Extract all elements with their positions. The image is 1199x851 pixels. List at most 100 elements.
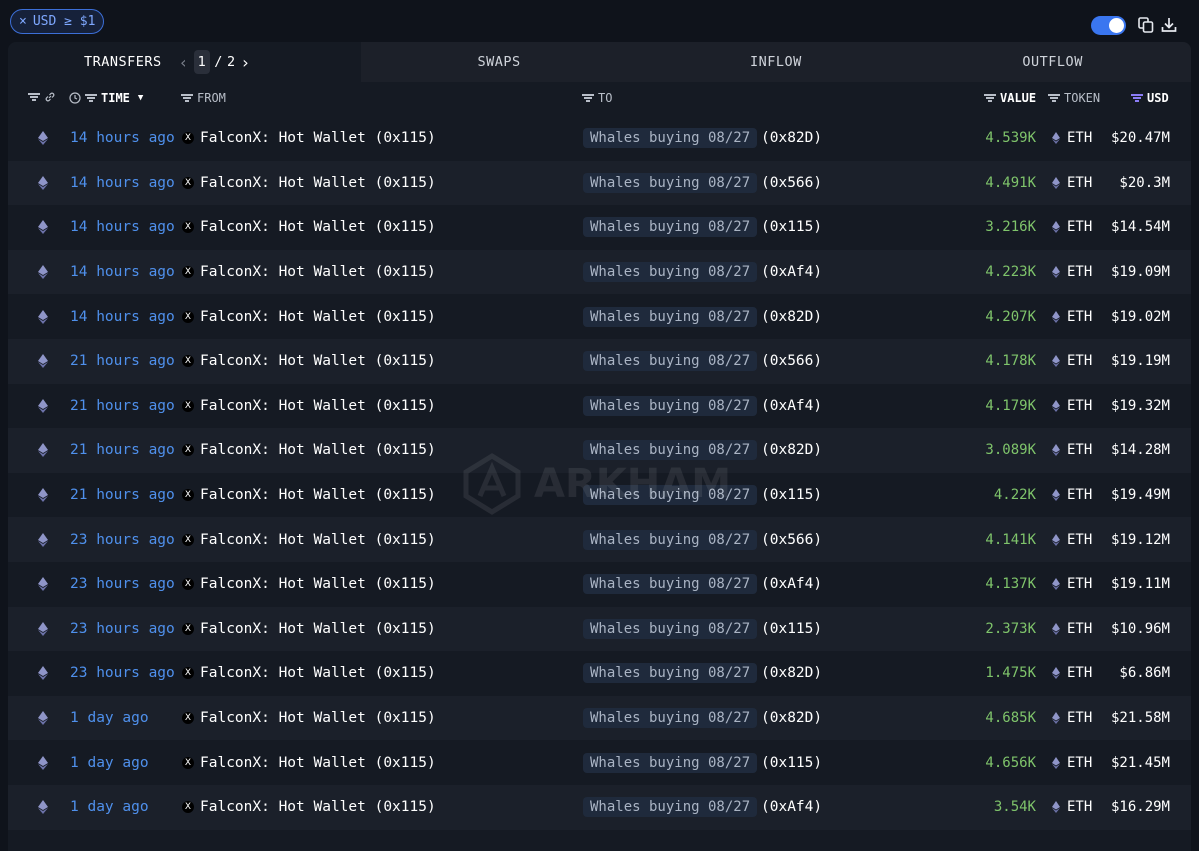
time-link[interactable]: 1 day ago <box>70 710 149 726</box>
to-address[interactable]: (0xAf4) <box>761 398 822 414</box>
table-row[interactable]: 21 hours ago X FalconX: Hot Wallet (0x11… <box>8 473 1191 518</box>
chevron-left-icon[interactable]: ‹ <box>178 53 190 72</box>
filter-icon[interactable] <box>1131 94 1143 102</box>
usd-column-header[interactable]: USD <box>1131 91 1169 105</box>
token-symbol[interactable]: ETH <box>1067 130 1092 146</box>
table-row[interactable]: 21 hours ago X FalconX: Hot Wallet (0x11… <box>8 428 1191 473</box>
to-address[interactable]: (0x82D) <box>761 665 822 681</box>
table-row[interactable]: 14 hours ago X FalconX: Hot Wallet (0x11… <box>8 116 1191 161</box>
from-address[interactable]: FalconX: Hot Wallet (0x115) <box>200 219 436 235</box>
to-address[interactable]: (0x566) <box>761 175 822 191</box>
table-row[interactable]: 23 hours ago X FalconX: Hot Wallet (0x11… <box>8 606 1191 652</box>
to-entity-tag[interactable]: Whales buying 08/27 <box>583 797 758 818</box>
usd-filter-chip[interactable]: × USD ≥ $1 <box>10 9 105 34</box>
from-address[interactable]: FalconX: Hot Wallet (0x115) <box>200 710 436 726</box>
from-address[interactable]: FalconX: Hot Wallet (0x115) <box>200 353 436 369</box>
link-icon[interactable] <box>44 91 56 103</box>
time-link[interactable]: 21 hours ago <box>70 398 175 414</box>
to-address[interactable]: (0x82D) <box>761 309 822 325</box>
time-link[interactable]: 21 hours ago <box>70 442 175 458</box>
to-address[interactable]: (0x115) <box>761 487 822 503</box>
tab-swaps[interactable]: SWAPS <box>360 42 638 82</box>
time-link[interactable]: 23 hours ago <box>70 665 175 681</box>
from-address[interactable]: FalconX: Hot Wallet (0x115) <box>200 309 436 325</box>
filter-icon[interactable] <box>1048 94 1060 102</box>
token-symbol[interactable]: ETH <box>1067 576 1092 592</box>
from-address[interactable]: FalconX: Hot Wallet (0x115) <box>200 264 436 280</box>
time-link[interactable]: 14 hours ago <box>70 130 175 146</box>
token-symbol[interactable]: ETH <box>1067 442 1092 458</box>
to-address[interactable]: (0xAf4) <box>761 264 822 280</box>
to-address[interactable]: (0xAf4) <box>761 576 822 592</box>
to-entity-tag[interactable]: Whales buying 08/27 <box>583 618 758 639</box>
to-address[interactable]: (0xAf4) <box>761 799 822 815</box>
to-entity-tag[interactable]: Whales buying 08/27 <box>583 172 758 193</box>
filter-icon[interactable] <box>582 94 594 102</box>
table-row[interactable]: 14 hours ago X FalconX: Hot Wallet (0x11… <box>8 249 1191 295</box>
from-address[interactable]: FalconX: Hot Wallet (0x115) <box>200 130 436 146</box>
table-row[interactable]: 1 day ago X FalconX: Hot Wallet (0x115) … <box>8 784 1191 830</box>
to-address[interactable]: (0x115) <box>761 621 822 637</box>
token-symbol[interactable]: ETH <box>1067 621 1092 637</box>
time-link[interactable]: 1 day ago <box>70 799 149 815</box>
to-address[interactable]: (0x82D) <box>761 710 822 726</box>
to-entity-tag[interactable]: Whales buying 08/27 <box>583 306 758 327</box>
current-page[interactable]: 1 <box>193 50 211 74</box>
to-address[interactable]: (0x82D) <box>761 130 822 146</box>
to-entity-tag[interactable]: Whales buying 08/27 <box>583 262 758 283</box>
from-address[interactable]: FalconX: Hot Wallet (0x115) <box>200 621 436 637</box>
value-column-header[interactable]: VALUE <box>984 91 1036 105</box>
from-address[interactable]: FalconX: Hot Wallet (0x115) <box>200 576 436 592</box>
token-symbol[interactable]: ETH <box>1067 175 1092 191</box>
table-row[interactable]: 14 hours ago X FalconX: Hot Wallet (0x11… <box>8 205 1191 250</box>
from-address[interactable]: FalconX: Hot Wallet (0x115) <box>200 175 436 191</box>
token-symbol[interactable]: ETH <box>1067 353 1092 369</box>
sort-down-icon[interactable]: ▼ <box>138 93 143 103</box>
download-icon[interactable] <box>1160 16 1178 34</box>
token-column-header[interactable]: TOKEN <box>1048 91 1100 105</box>
from-address[interactable]: FalconX: Hot Wallet (0x115) <box>200 799 436 815</box>
to-address[interactable]: (0x566) <box>761 532 822 548</box>
to-entity-tag[interactable]: Whales buying 08/27 <box>583 574 758 595</box>
time-link[interactable]: 1 day ago <box>70 755 149 771</box>
to-entity-tag[interactable]: Whales buying 08/27 <box>583 663 758 684</box>
to-entity-tag[interactable]: Whales buying 08/27 <box>583 485 758 506</box>
to-entity-tag[interactable]: Whales buying 08/27 <box>583 440 758 461</box>
time-link[interactable]: 23 hours ago <box>70 532 175 548</box>
to-entity-tag[interactable]: Whales buying 08/27 <box>583 529 758 550</box>
token-symbol[interactable]: ETH <box>1067 532 1092 548</box>
close-icon[interactable]: × <box>19 14 27 29</box>
token-symbol[interactable]: ETH <box>1067 264 1092 280</box>
from-address[interactable]: FalconX: Hot Wallet (0x115) <box>200 665 436 681</box>
filter-icon[interactable] <box>984 94 996 102</box>
tab-outflow[interactable]: OUTFLOW <box>914 42 1191 82</box>
to-address[interactable]: (0x115) <box>761 755 822 771</box>
token-symbol[interactable]: ETH <box>1067 398 1092 414</box>
from-column-header[interactable]: FROM <box>181 91 226 105</box>
to-entity-tag[interactable]: Whales buying 08/27 <box>583 351 758 372</box>
from-address[interactable]: FalconX: Hot Wallet (0x115) <box>200 532 436 548</box>
tab-transfers[interactable]: TRANSFERS ‹ 1 / 2 › <box>8 42 361 82</box>
to-address[interactable]: (0x115) <box>761 219 822 235</box>
table-row[interactable]: 1 day ago X FalconX: Hot Wallet (0x115) … <box>8 740 1191 785</box>
filter-icon[interactable] <box>28 93 40 101</box>
table-row[interactable]: 21 hours ago X FalconX: Hot Wallet (0x11… <box>8 338 1191 384</box>
to-entity-tag[interactable]: Whales buying 08/27 <box>583 128 758 149</box>
from-address[interactable]: FalconX: Hot Wallet (0x115) <box>200 398 436 414</box>
to-entity-tag[interactable]: Whales buying 08/27 <box>583 395 758 416</box>
to-column-header[interactable]: TO <box>582 91 612 105</box>
filter-icon[interactable] <box>181 94 193 102</box>
token-symbol[interactable]: ETH <box>1067 665 1092 681</box>
time-link[interactable]: 21 hours ago <box>70 353 175 369</box>
table-row[interactable]: 21 hours ago X FalconX: Hot Wallet (0x11… <box>8 384 1191 429</box>
to-entity-tag[interactable]: Whales buying 08/27 <box>583 752 758 773</box>
table-row[interactable]: 1 day ago X FalconX: Hot Wallet (0x115) … <box>8 695 1191 741</box>
table-row[interactable]: 23 hours ago X FalconX: Hot Wallet (0x11… <box>8 562 1191 607</box>
time-link[interactable]: 14 hours ago <box>70 219 175 235</box>
to-address[interactable]: (0x82D) <box>761 442 822 458</box>
table-row[interactable]: 23 hours ago X FalconX: Hot Wallet (0x11… <box>8 517 1191 562</box>
time-link[interactable]: 14 hours ago <box>70 175 175 191</box>
time-link[interactable]: 21 hours ago <box>70 487 175 503</box>
from-address[interactable]: FalconX: Hot Wallet (0x115) <box>200 487 436 503</box>
filter-icon[interactable] <box>85 94 97 102</box>
